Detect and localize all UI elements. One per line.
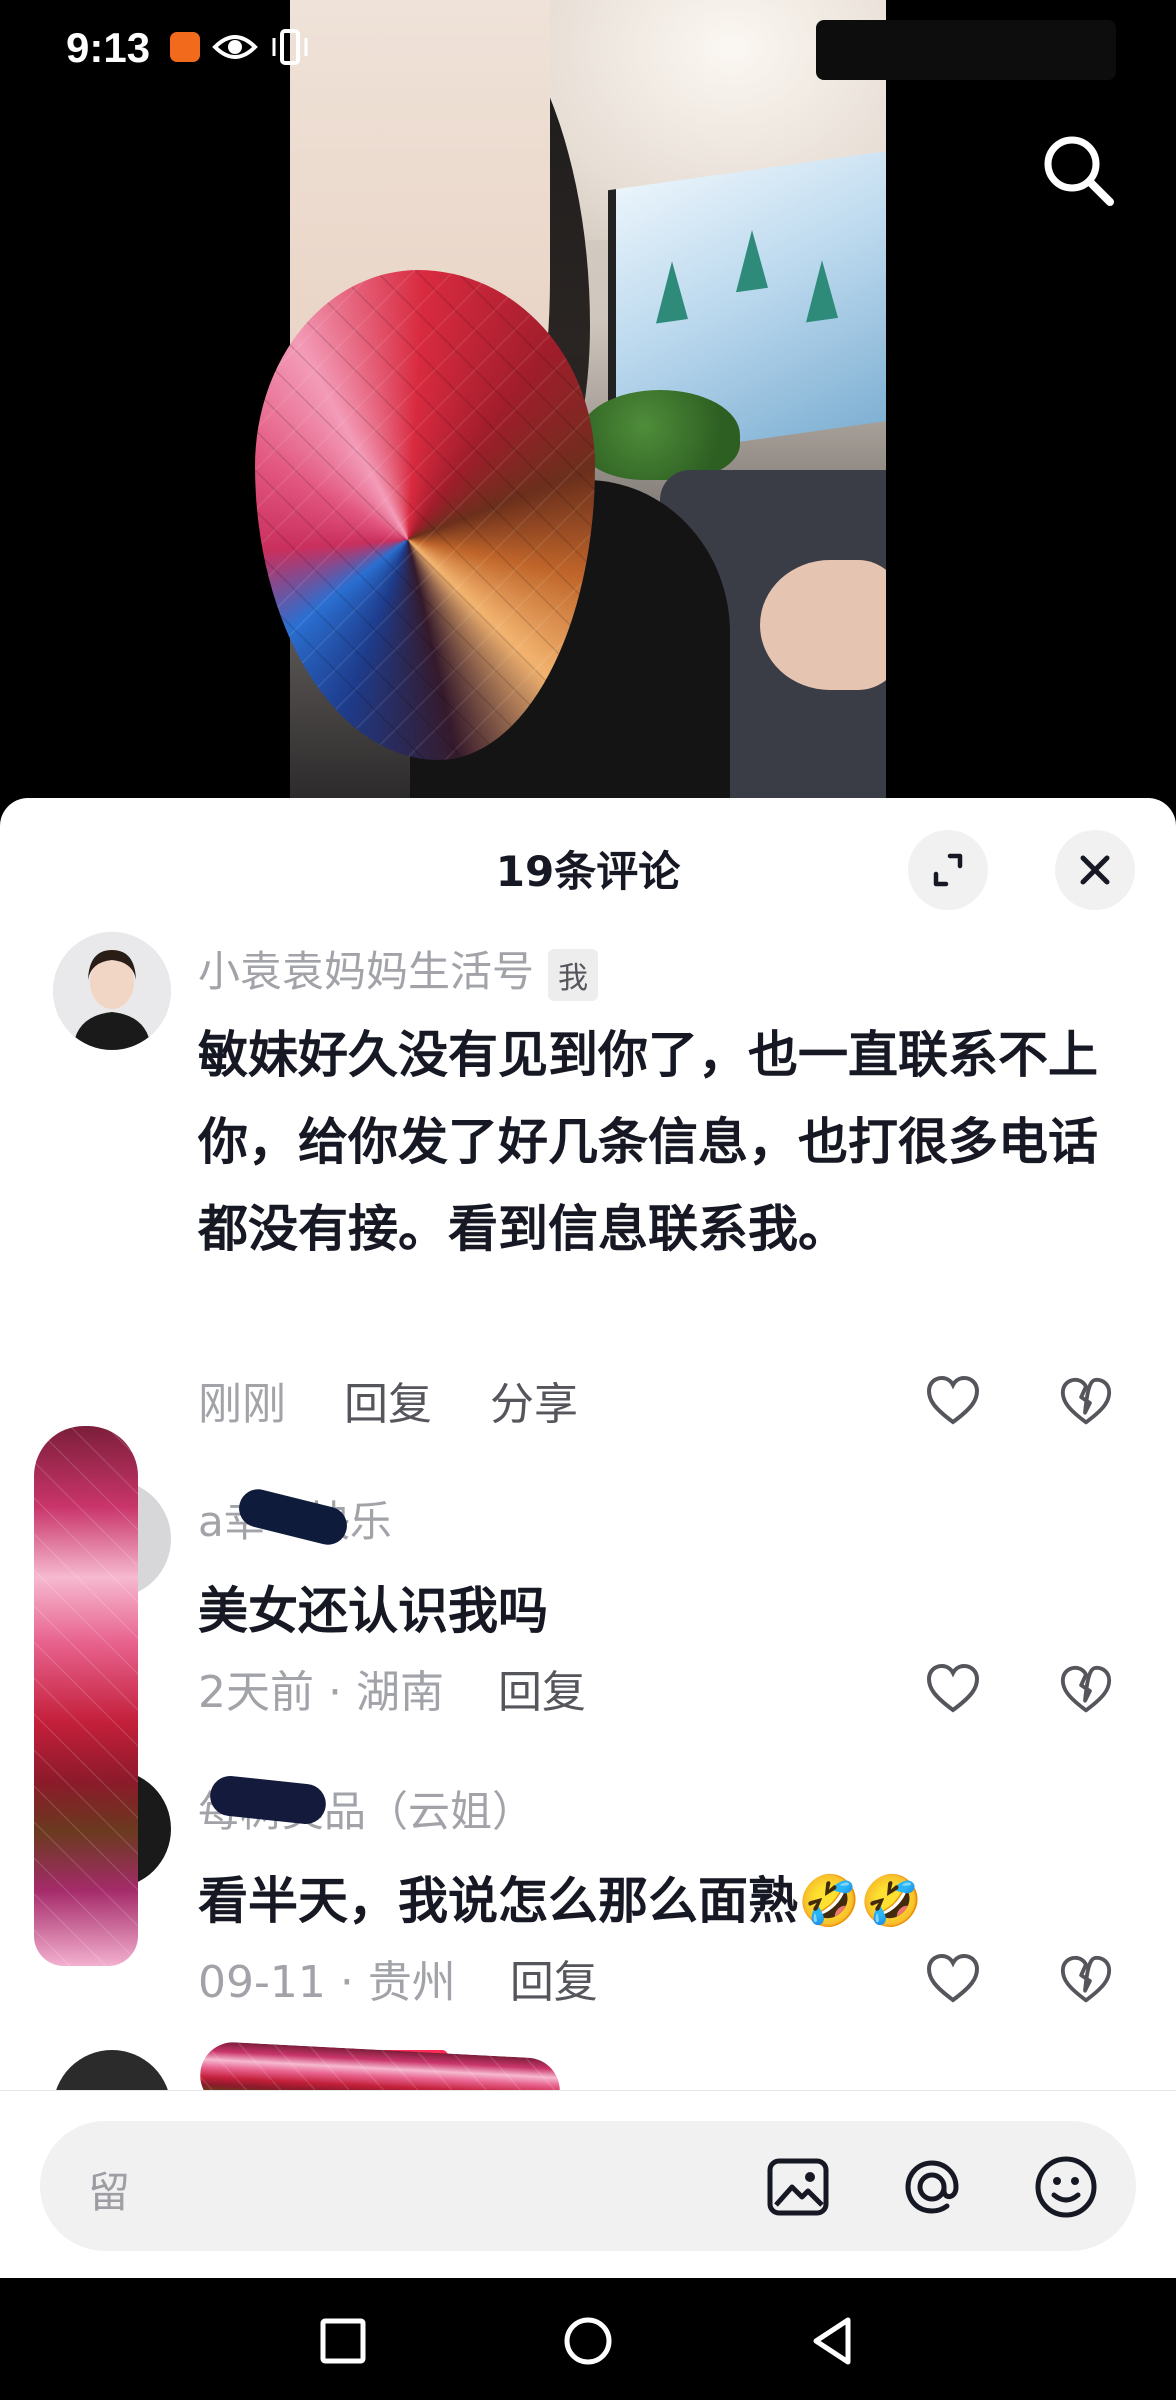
recents-icon[interactable]	[316, 2314, 370, 2368]
back-icon[interactable]	[806, 2314, 860, 2368]
dislike-icon[interactable]	[1058, 1952, 1114, 2008]
expand-icon	[933, 853, 963, 887]
vibrate-icon	[272, 29, 308, 65]
sheet-title: 19条评论	[495, 847, 681, 896]
comment-time: 2天前 · 湖南	[198, 1667, 444, 1718]
emoji-icon[interactable]	[1030, 2151, 1102, 2223]
comment-input[interactable]: 留	[40, 2121, 1136, 2251]
comment-sheet: 19条评论 小袁袁妈妈生活号我 敏妹好久没有见到你了，也一直联系不上你，给你发了…	[0, 798, 1176, 2278]
status-time: 9:13	[66, 24, 151, 71]
comment-meta: 刚刚 回复 分享	[198, 1368, 578, 1432]
comment-meta: 2天前 · 湖南 回复	[198, 1656, 586, 1720]
home-icon[interactable]	[561, 2314, 615, 2368]
status-redacted	[816, 20, 1116, 80]
reply-button[interactable]: 回复	[498, 1667, 586, 1718]
share-button[interactable]: 分享	[490, 1379, 578, 1430]
system-nav-bar	[0, 2278, 1176, 2400]
comment-item: 小袁袁妈妈生活号我 敏妹好久没有见到你了，也一直联系不上你，给你发了好几条信息，…	[0, 928, 1176, 1258]
reply-button[interactable]: 回复	[510, 1957, 598, 2008]
at-icon[interactable]	[896, 2151, 968, 2223]
like-icon[interactable]	[924, 1950, 982, 2008]
comment-content[interactable]: 美女还认识我吗	[198, 1568, 1128, 1655]
comment-meta: 09-11 · 贵州 回复	[198, 1946, 598, 2010]
avatar[interactable]	[53, 932, 171, 1050]
plant	[580, 390, 740, 480]
eye-icon	[212, 35, 258, 59]
comment-username[interactable]: 小袁袁妈妈生活号我	[198, 938, 599, 1001]
search-icon[interactable]	[1038, 130, 1118, 210]
comment-time: 刚刚	[198, 1379, 286, 1430]
avatar-mosaic-redaction	[34, 1426, 138, 1966]
image-icon[interactable]	[762, 2151, 834, 2223]
close-icon	[1080, 855, 1110, 885]
reply-button[interactable]: 回复	[344, 1379, 432, 1430]
dislike-icon[interactable]	[1058, 1662, 1114, 1718]
like-icon[interactable]	[924, 1660, 982, 1718]
dislike-icon[interactable]	[1058, 1374, 1114, 1430]
app-icon	[170, 32, 200, 62]
comment-item: a幸 快乐 美女还认识我吗	[0, 1478, 1176, 1678]
like-icon[interactable]	[924, 1372, 982, 1430]
comment-input-bar: 留	[0, 2090, 1176, 2279]
expand-button[interactable]	[908, 830, 988, 910]
status-bar: 9:13	[0, 0, 1176, 100]
comment-time: 09-11 · 贵州	[198, 1957, 456, 2008]
video-player[interactable]	[0, 0, 1176, 800]
comment-content[interactable]: 敏妹好久没有见到你了，也一直联系不上你，给你发了好几条信息，也打很多电话都没有接…	[198, 1012, 1128, 1273]
username-text: 小袁袁妈妈生活号	[198, 947, 535, 996]
close-button[interactable]	[1055, 830, 1135, 910]
comment-content[interactable]: 看半天，我说怎么那么面熟🤣🤣	[198, 1858, 1128, 1945]
me-badge: 我	[548, 948, 599, 1001]
comment-item: 每树美品（云姐） 看半天，我说怎么那么面熟🤣🤣	[0, 1768, 1176, 1968]
input-placeholder: 留	[88, 2159, 608, 2217]
